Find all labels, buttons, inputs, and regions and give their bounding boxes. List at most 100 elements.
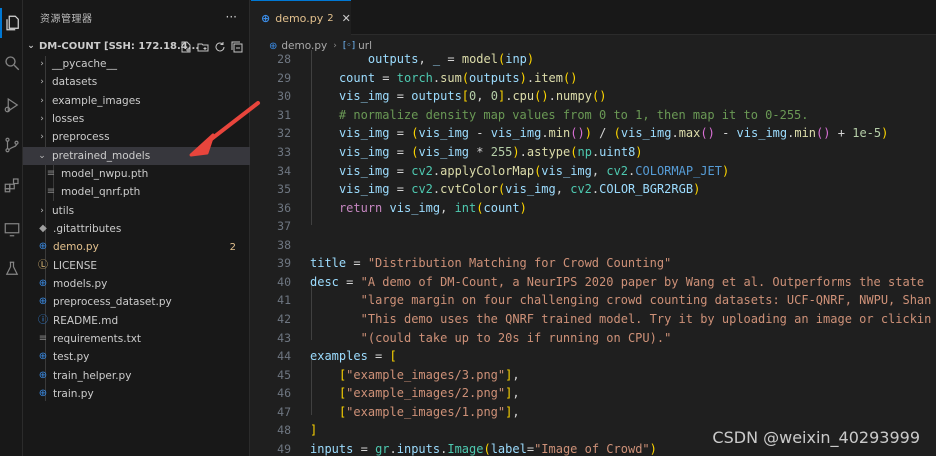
code-line: 33 vis_img = (vis_img * 255).astype(np.u… [251,143,936,162]
tab-demo-py[interactable]: ⊕ demo.py 2 ✕ [251,0,351,35]
code-line: 37 [251,217,936,236]
chevron-right-icon: › [40,114,44,124]
activity-bar [0,0,23,456]
python-file-icon: ⊕ [38,278,48,289]
code-text: desc = "A demo of DM-Count, a NeurIPS 20… [310,274,925,289]
line-number: 46 [277,386,291,401]
extensions-icon[interactable] [0,170,23,200]
python-file-icon: ⊕ [38,241,48,252]
problem-count-badge: 2 [229,241,236,253]
line-number: 31 [277,107,291,122]
line-number: 48 [277,423,291,438]
line-number: 32 [277,126,291,141]
tree-item[interactable]: ⊕ preprocess_dataset.py [23,293,250,311]
source-control-icon[interactable] [0,130,23,160]
code-line: 41 "large margin on four challenging cro… [251,291,936,310]
license-file-icon: Ⓛ [38,260,48,271]
line-number: 43 [277,330,291,345]
line-number: 36 [277,200,291,215]
code-text: examples = [ [310,349,397,364]
line-number: 44 [277,349,291,364]
search-icon[interactable] [0,48,23,78]
code-text: ["example_images/1.png"], [338,404,520,419]
git-file-icon: ◆ [39,223,47,234]
tree-item-label: models.py [53,278,108,290]
code-line: 45 ["example_images/3.png"], [251,365,936,384]
tree-item-label: .gitattributes [53,223,122,235]
code-text: "This demo uses the QNRF trained model. … [360,311,932,326]
refresh-icon[interactable] [214,38,226,52]
code-text: inputs = gr.inputs.Image(label="Image of… [310,441,657,456]
close-icon[interactable]: ✕ [342,12,351,25]
tree-item-label: preprocess [52,131,110,143]
line-number: 30 [277,89,291,104]
tree-item-label: model_qnrf.pth [61,186,141,198]
tree-item[interactable]: › __pycache__ [23,55,250,73]
tree-item-label: losses [52,113,85,125]
testing-icon[interactable] [0,254,23,284]
code-line: 39 title = "Distribution Matching for Cro… [251,254,936,273]
explorer-actions [180,38,243,53]
collapse-all-icon[interactable] [231,38,243,53]
run-debug-icon[interactable] [0,90,23,120]
line-number: 33 [277,145,291,159]
code-text: ] [310,423,318,438]
code-line: 46 ["example_images/2.png"], [251,384,936,403]
code-text: ["example_images/2.png"], [338,386,520,401]
code-text: "(could take up to 20s if running on CPU… [360,330,672,345]
tree-item[interactable]: ⊕ demo.py 2 [23,238,250,256]
code-text: title = "Distribution Matching for Crowd… [310,256,672,271]
tree-item[interactable]: ≡ model_qnrf.pth [23,183,250,201]
code-line: 43 "(could take up to 20s if running on … [251,328,936,347]
tree-item[interactable]: ≡ requirements.txt [23,330,250,348]
line-number: 39 [277,256,291,271]
code-editor[interactable]: 28 outputs, _ = model(inp) 29 count = tor… [251,50,936,456]
tree-item[interactable]: ⊕ test.py [23,348,250,366]
code-line: 34 vis_img = cv2.applyColorMap(vis_img, … [251,161,936,180]
code-line: 30 vis_img = outputs[0, 0].cpu().numpy() [251,87,936,106]
tree-item[interactable]: ◆ .gitattributes [23,220,250,238]
line-number: 38 [277,237,291,252]
chevron-right-icon: › [40,132,44,142]
tree-item-label: demo.py [53,241,99,253]
code-line: 29 count = torch.sum(outputs).item() [251,69,936,88]
code-line: 32 vis_img = (vis_img - vis_img.min()) /… [251,124,936,143]
code-text: "large margin on four challenging crowd … [360,293,932,308]
line-number: 40 [277,274,291,289]
remote-explorer-icon[interactable] [0,214,23,244]
code-line: 44 examples = [ [251,347,936,366]
tree-item-label: requirements.txt [53,333,142,345]
line-number: 28 [277,52,291,67]
workspace-root-label: DM-COUNT [SSH: 172.18.4... [39,40,200,52]
tree-item[interactable]: ≡ model_nwpu.pth [23,165,250,183]
text-file-icon: ≡ [46,186,56,197]
tree-item[interactable]: ⊕ train_helper.py [23,367,250,385]
explorer-icon[interactable] [0,8,23,38]
line-number: 45 [277,367,291,382]
chevron-down-icon: ⌄ [38,151,46,161]
tree-item-label: model_nwpu.pth [61,168,149,180]
tree-item[interactable]: ⊕ train.py [23,385,250,403]
code-text: ["example_images/3.png"], [338,367,520,382]
tree-item-label: README.md [53,315,119,327]
code-text: vis_img = cv2.cvtColor(vis_img, cv2.COLO… [338,182,701,197]
code-text: vis_img = (vis_img * 255).astype(np.uint… [338,145,643,159]
tree-item[interactable]: › datasets [23,73,250,91]
new-folder-icon[interactable] [197,38,209,52]
tree-item-label: utils [52,205,75,217]
more-actions-icon[interactable]: ··· [226,10,237,24]
tree-item[interactable]: Ⓛ LICENSE [23,257,250,275]
python-file-icon: ⊕ [38,351,48,362]
line-number: 34 [277,163,291,178]
chevron-right-icon: › [40,77,44,87]
tree-item-label: test.py [53,351,90,363]
tree-item[interactable]: › utils [23,202,250,220]
info-file-icon: ⓘ [38,315,48,326]
tree-item[interactable]: ⊕ models.py [23,275,250,293]
tree-item-label: pretrained_models [52,150,151,162]
line-number: 29 [277,70,291,85]
line-number: 42 [277,311,291,326]
new-file-icon[interactable] [180,38,192,53]
code-line: 42 "This demo uses the QNRF trained mode… [251,310,936,329]
tree-item[interactable]: ⓘ README.md [23,312,250,330]
